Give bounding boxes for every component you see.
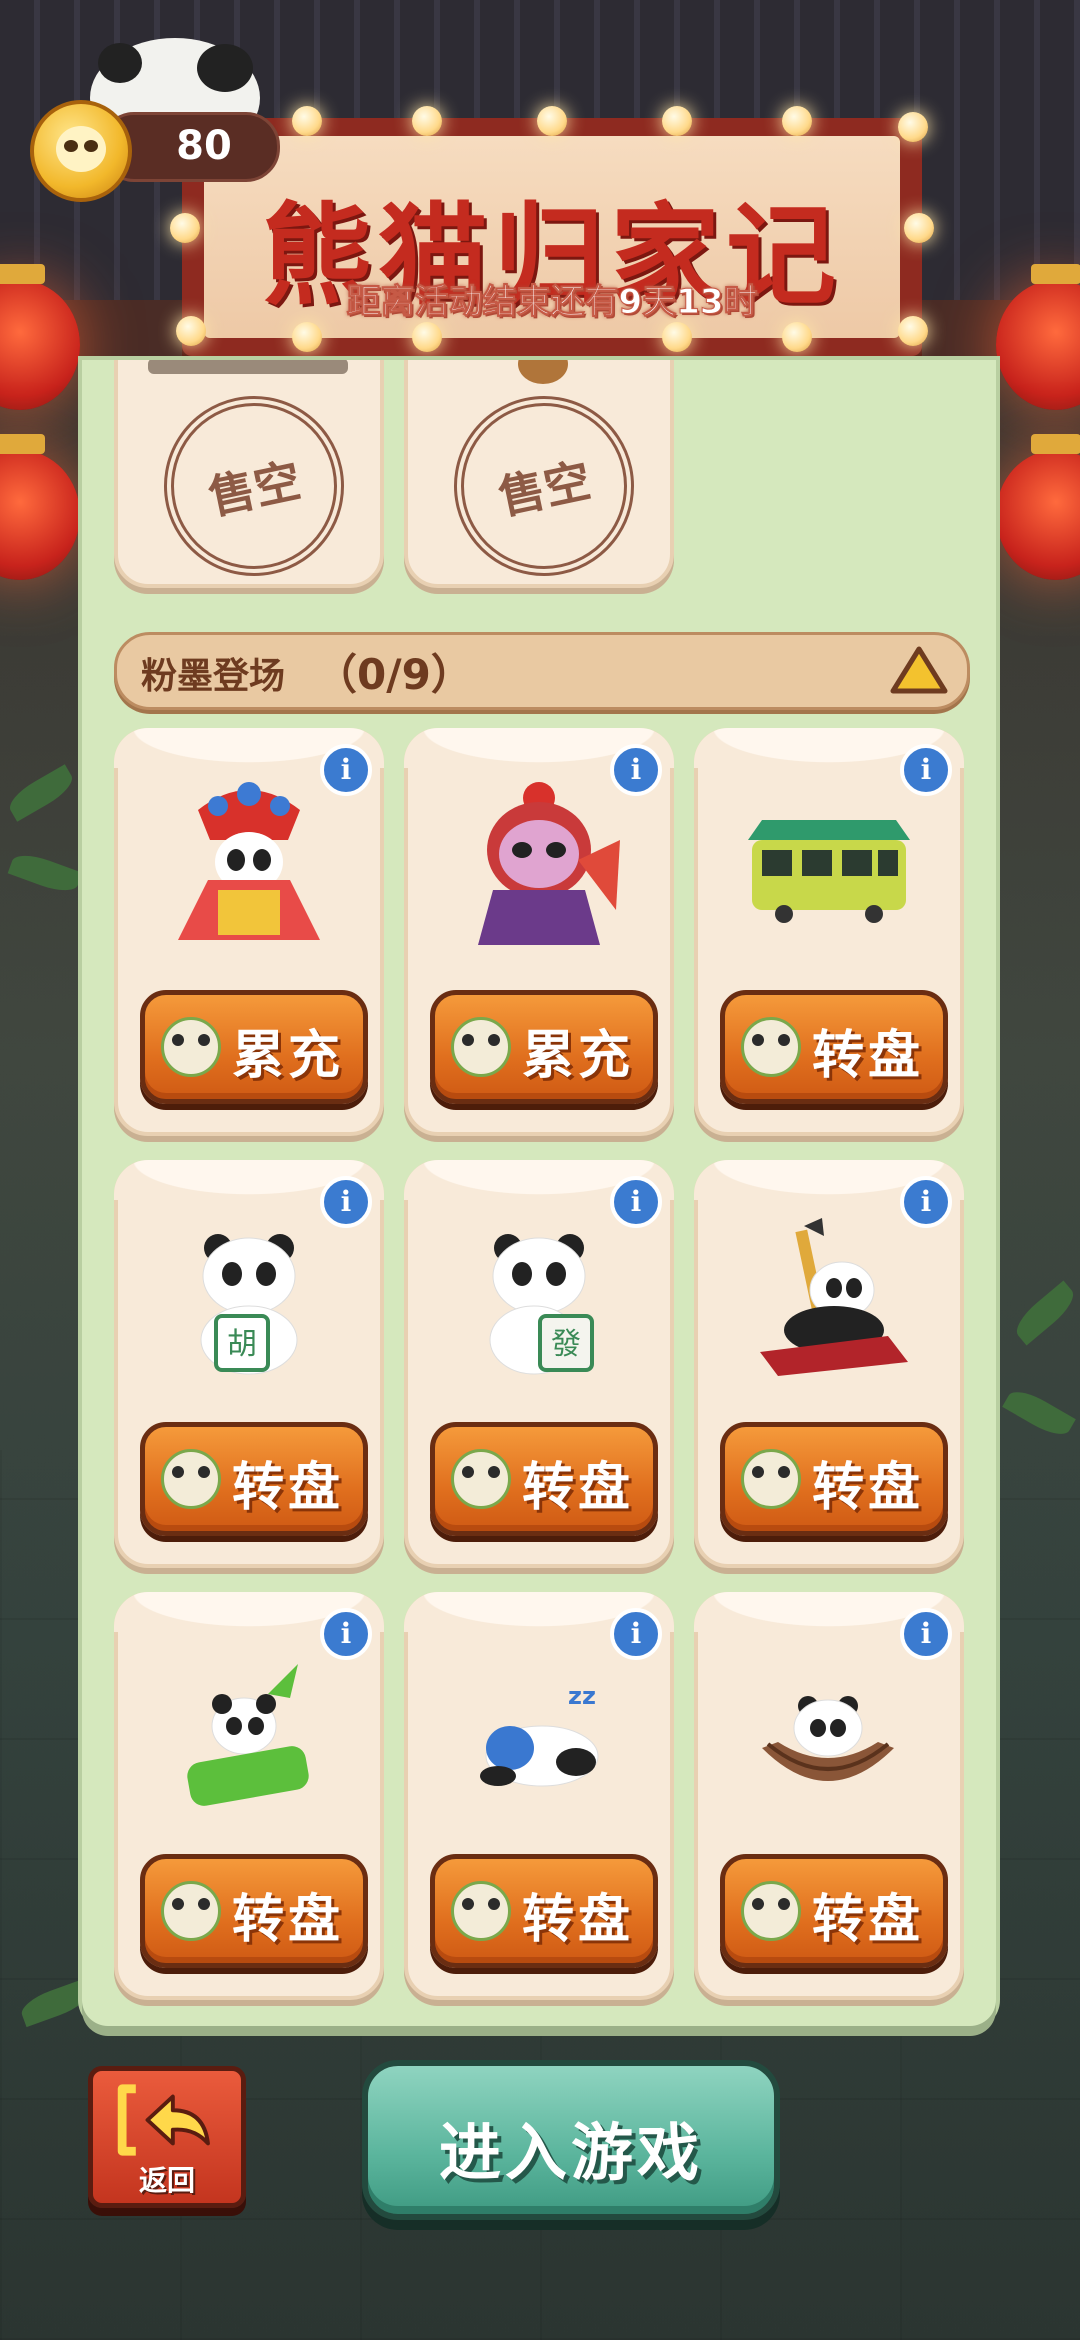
svg-text:胡: 胡	[227, 1327, 257, 1362]
item-card[interactable]: i 累充	[114, 728, 384, 1136]
wheel-button[interactable]: 转盘	[430, 1854, 658, 1968]
panda-badge-icon	[451, 1017, 511, 1077]
opera-panda-queen-icon	[178, 782, 320, 940]
lantern-left-bottom	[0, 434, 80, 580]
enter-game-button[interactable]: 进入游戏	[362, 2060, 780, 2220]
item-card[interactable]: i 转盘	[114, 1592, 384, 2000]
panda-badge-icon	[741, 1017, 801, 1077]
back-arrow-icon	[117, 2084, 210, 2156]
sold-out-stamp: 售空	[437, 379, 651, 593]
event-title-sign: 熊猫归家记 距离活动结束还有9天13时	[170, 106, 934, 356]
bamboo-leaf	[7, 848, 83, 898]
wheel-button[interactable]: 转盘	[430, 1422, 658, 1536]
back-button[interactable]: 返回	[88, 2066, 246, 2208]
sold-out-card[interactable]: 售空	[404, 360, 674, 593]
item-card[interactable]: i 累充	[404, 728, 674, 1136]
lantern-right-bottom	[996, 434, 1080, 580]
wheel-button[interactable]: 转盘	[140, 1422, 368, 1536]
cumulative-recharge-button[interactable]: 累充	[140, 990, 368, 1104]
section-progress: （0/9）	[315, 650, 473, 699]
cumulative-recharge-button[interactable]: 累充	[430, 990, 658, 1104]
section-header[interactable]: 粉墨登场 （0/9）	[114, 632, 970, 710]
panda-sleeping-icon: zz	[480, 1682, 599, 1787]
panda-badge-icon	[741, 1881, 801, 1941]
panda-fa-tile-icon: 發	[489, 1234, 594, 1375]
sold-out-stamp: 售空	[147, 379, 361, 593]
event-countdown: 距离活动结束还有9天13时	[346, 282, 758, 323]
svg-text:zz: zz	[568, 1682, 596, 1710]
wheel-button[interactable]: 转盘	[720, 990, 948, 1104]
svg-text:發: 發	[551, 1327, 581, 1362]
item-card[interactable]: i 转盘	[694, 1160, 964, 1568]
wheel-button[interactable]: 转盘	[140, 1854, 368, 1968]
wheel-button[interactable]: 转盘	[720, 1854, 948, 1968]
bamboo-leaf	[1002, 1384, 1076, 1442]
panda-hu-tile-icon: 胡	[200, 1234, 298, 1375]
item-card[interactable]: i zz 转盘	[404, 1592, 674, 2000]
collection-panel[interactable]: 售空 售空 粉墨登场 （0/9） i 累充 i 累充 i 转盘 i 胡 转盘 i…	[82, 360, 996, 2026]
back-label: 返回	[138, 2164, 195, 2197]
sold-out-card[interactable]: 售空	[114, 360, 384, 593]
panda-badge-icon	[161, 1017, 221, 1077]
coin-amount: 80	[176, 123, 232, 169]
wheel-button[interactable]: 转盘	[720, 1422, 948, 1536]
panda-coin-icon	[30, 100, 132, 202]
panda-badge-icon	[451, 1449, 511, 1509]
enter-game-label: 进入游戏	[438, 2116, 703, 2189]
panda-bamboo-icon	[187, 1664, 309, 1806]
item-card[interactable]: i 發 转盘	[404, 1160, 674, 1568]
panda-calligraphy-icon	[760, 1218, 908, 1376]
panda-badge-icon	[451, 1881, 511, 1941]
bamboo-leaf	[4, 764, 78, 822]
warning-triangle-icon[interactable]	[889, 645, 949, 695]
opera-panda-mask-icon	[478, 782, 620, 945]
item-card[interactable]: i 胡 转盘	[114, 1160, 384, 1568]
green-tram-icon	[748, 820, 910, 923]
panda-basket-icon	[762, 1696, 894, 1781]
item-card[interactable]: i 转盘	[694, 728, 964, 1136]
panda-badge-icon	[161, 1881, 221, 1941]
panda-badge-icon	[741, 1449, 801, 1509]
bamboo-leaf	[1009, 1280, 1080, 1346]
item-card[interactable]: i 转盘	[694, 1592, 964, 2000]
section-title: 粉墨登场	[141, 656, 286, 697]
panda-badge-icon	[161, 1449, 221, 1509]
